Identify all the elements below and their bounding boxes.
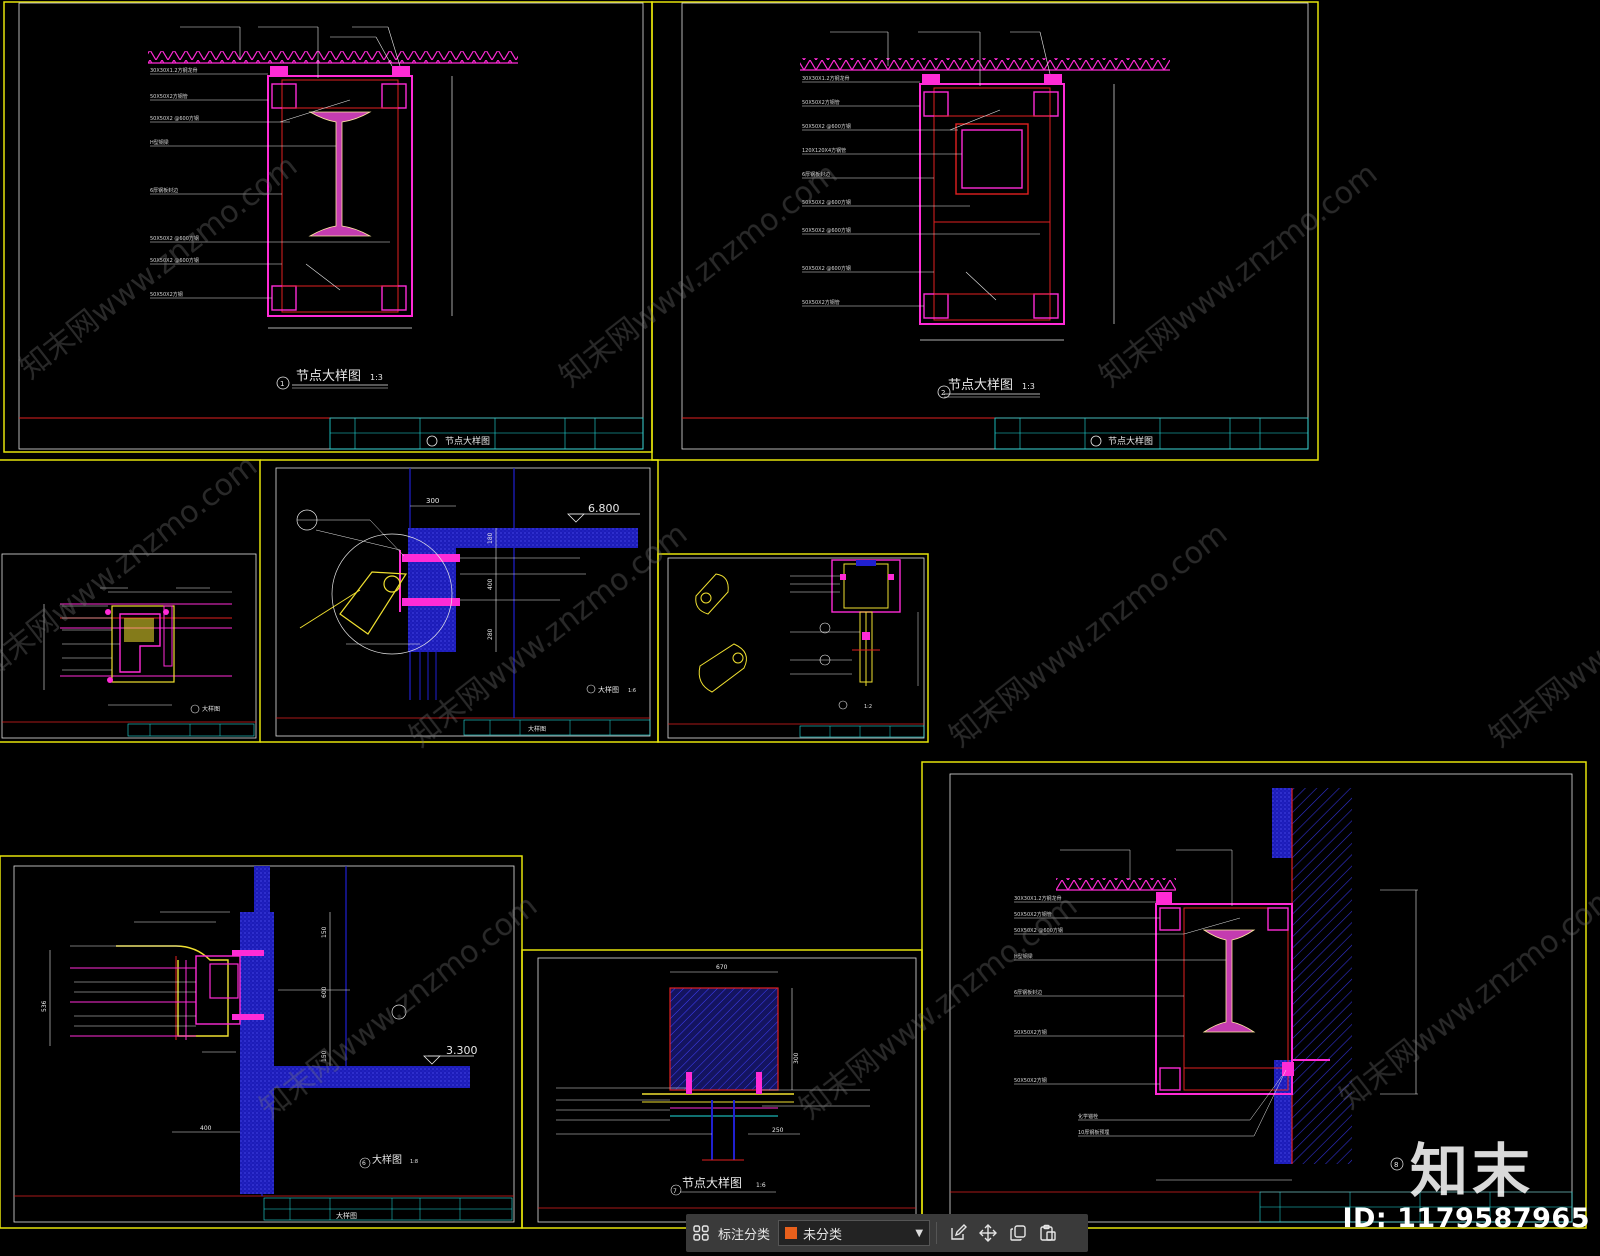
- svg-text:280: 280: [487, 628, 494, 640]
- svg-text:30X30X1.2方钢龙骨: 30X30X1.2方钢龙骨: [802, 75, 850, 82]
- svg-text:知末网www.znzmo.com: 知末网www.znzmo.com: [1093, 156, 1384, 394]
- title-block-2: 节点大样图: [994, 417, 1309, 450]
- paste-icon[interactable]: [1033, 1218, 1063, 1248]
- svg-text:1:6: 1:6: [628, 688, 636, 694]
- title-block-6: 大样图: [263, 1197, 513, 1221]
- move-icon[interactable]: [973, 1218, 1003, 1248]
- elevation-6800: 6.800: [588, 502, 620, 515]
- svg-text:50X50X2 @600方钢: 50X50X2 @600方钢: [802, 265, 851, 272]
- svg-text:1:2: 1:2: [864, 704, 872, 710]
- category-select-value: 未分类: [803, 1227, 843, 1243]
- svg-text:知末网www.znzmo.com: 知末网www.znzmo.com: [253, 888, 544, 1126]
- sheet-6[interactable]: 大样图 536 150 600 150 400 3.300 6 大样图 1:8: [0, 855, 523, 1229]
- svg-text:250: 250: [772, 1127, 784, 1134]
- svg-text:600: 600: [321, 986, 328, 998]
- svg-text:50X50X2方钢: 50X50X2方钢: [1014, 1077, 1047, 1084]
- svg-text:1:8: 1:8: [410, 1159, 418, 1165]
- elevation-3300: 3.300: [446, 1044, 478, 1057]
- drawing-title-4: 大样图: [598, 685, 619, 694]
- svg-text:1: 1: [280, 380, 284, 388]
- title-block-6-name: 大样图: [336, 1211, 357, 1220]
- svg-text:30X30X1.2方钢龙骨: 30X30X1.2方钢龙骨: [150, 67, 198, 74]
- title-block-2-name: 节点大样图: [1108, 435, 1153, 447]
- svg-text:120X120X4方钢管: 120X120X4方钢管: [802, 147, 846, 154]
- svg-text:10厚钢板预埋: 10厚钢板预埋: [1078, 1129, 1109, 1136]
- svg-text:50X50X2方钢管: 50X50X2方钢管: [802, 299, 840, 306]
- annotation-category-label: 标注分类: [718, 1227, 771, 1243]
- svg-text:大样图: 大样图: [528, 725, 546, 733]
- watermark-id: ID: 1179587965: [1342, 1203, 1590, 1234]
- svg-text:50X50X2 @600方钢: 50X50X2 @600方钢: [150, 115, 199, 122]
- svg-text:知末网www.znzmo.com: 知末网www.znzmo.com: [0, 448, 264, 686]
- svg-text:300: 300: [793, 1052, 800, 1064]
- svg-text:6厚钢板封边: 6厚钢板封边: [1014, 989, 1042, 996]
- svg-text:50X50X2方钢: 50X50X2方钢: [1014, 1029, 1047, 1036]
- svg-text:1:3: 1:3: [1022, 382, 1035, 391]
- title-block-3: [127, 723, 255, 737]
- edit-icon[interactable]: [943, 1218, 973, 1248]
- svg-text:50X50X2 @600方钢: 50X50X2 @600方钢: [802, 123, 851, 130]
- svg-text:50X50X2方钢管: 50X50X2方钢管: [150, 93, 188, 100]
- title-block-1: 节点大样图: [329, 417, 644, 450]
- grid-icon[interactable]: [686, 1218, 716, 1248]
- svg-text:670: 670: [716, 964, 728, 971]
- svg-text:1:6: 1:6: [756, 1182, 766, 1189]
- svg-text:536: 536: [41, 1000, 48, 1012]
- svg-text:400: 400: [200, 1125, 212, 1132]
- svg-text:知末网www.znzmo.com: 知末网www.znzmo.com: [553, 156, 844, 394]
- svg-text:50X50X2 @600方钢: 50X50X2 @600方钢: [802, 227, 851, 234]
- svg-text:400: 400: [487, 578, 494, 590]
- title-block-5: [799, 725, 925, 738]
- svg-text:知末网www.znzmo.com: 知末网www.znzmo.com: [793, 888, 1084, 1126]
- cad-canvas[interactable]: 节点大样图 30X30X1.2方钢龙骨 50X50X2方钢管 50X50X2 @…: [0, 0, 1600, 1256]
- svg-text:知末网www.znzmo.com: 知末网www.znzmo.com: [13, 148, 304, 386]
- drawing-title-7: 节点大样图: [682, 1175, 742, 1190]
- svg-text:180: 180: [487, 532, 494, 544]
- svg-text:150: 150: [321, 926, 328, 938]
- drawing-title-2: 节点大样图: [948, 378, 1013, 393]
- title-block-1-name: 节点大样图: [445, 435, 490, 447]
- svg-text:化学锚栓: 化学锚栓: [1078, 1113, 1098, 1120]
- drawing-title-1: 节点大样图: [296, 369, 361, 384]
- title-block-4: 大样图: [463, 719, 651, 736]
- svg-text:6厚钢板封边: 6厚钢板封边: [150, 187, 178, 194]
- toolbar-divider: [936, 1222, 938, 1244]
- svg-text:知末网www.znzmo.com: 知末网www.znzmo.com: [1333, 878, 1600, 1116]
- svg-text:1:3: 1:3: [370, 373, 383, 382]
- sheet-1[interactable]: 节点大样图 30X30X1.2方钢龙骨 50X50X2方钢管 50X50X2 @…: [3, 1, 653, 453]
- svg-text:7: 7: [673, 1188, 677, 1195]
- svg-text:8: 8: [1394, 1161, 1398, 1169]
- drawing-title-6: 大样图: [372, 1153, 402, 1166]
- svg-text:2: 2: [941, 389, 945, 397]
- svg-text:知末网www.znzmo.com: 知末网www.znzmo.com: [1483, 516, 1600, 754]
- annotation-toolbar: 标注分类 未分类 ▼: [686, 1214, 1088, 1252]
- watermark-logo: 知末: [1410, 1137, 1535, 1205]
- category-color-swatch: [785, 1227, 798, 1239]
- drawing-title-3: 大样图: [202, 705, 220, 713]
- svg-text:知末网www.znzmo.com: 知末网www.znzmo.com: [943, 516, 1234, 754]
- copy-icon[interactable]: [1003, 1218, 1033, 1248]
- chevron-down-icon: ▼: [915, 1227, 924, 1239]
- svg-text:H型钢梁: H型钢梁: [150, 139, 169, 146]
- svg-text:6: 6: [362, 1160, 366, 1167]
- svg-text:300: 300: [426, 497, 439, 505]
- category-select[interactable]: 未分类 ▼: [778, 1220, 931, 1246]
- svg-text:50X50X2方钢管: 50X50X2方钢管: [802, 99, 840, 106]
- sheet-5[interactable]: 1:2: [657, 553, 929, 743]
